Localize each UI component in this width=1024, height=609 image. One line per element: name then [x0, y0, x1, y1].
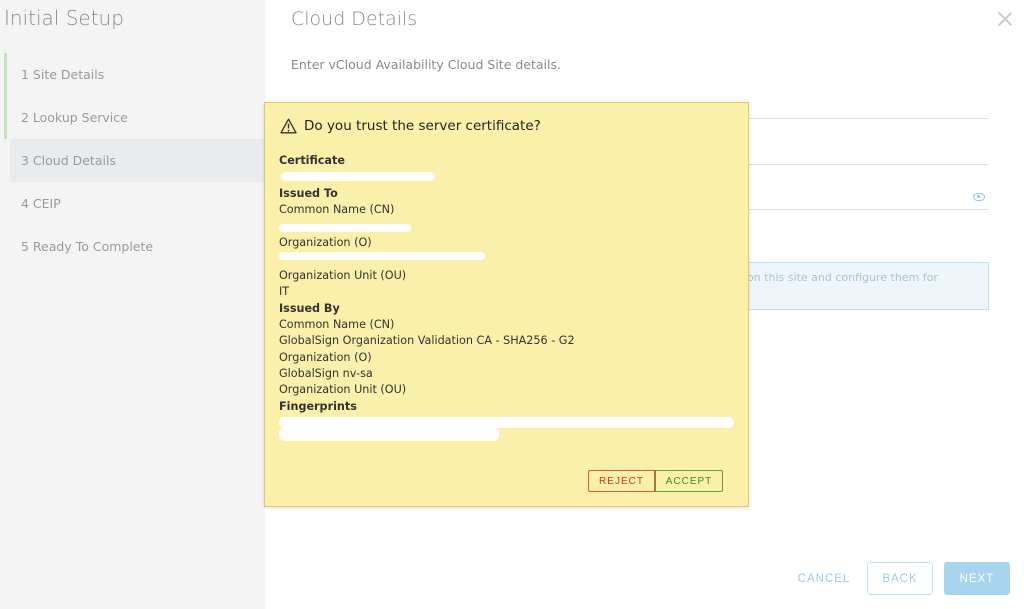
wizard-title: Initial Setup [4, 6, 124, 30]
info-banner: on this site and configure them for [747, 262, 989, 310]
password-field-underline[interactable] [745, 209, 989, 210]
field-underline-2[interactable] [745, 164, 989, 165]
wizard-sidebar: Initial Setup 1 Site Details 2 Lookup Se… [0, 0, 265, 609]
redacted-value [279, 251, 739, 267]
step-label: 2 Lookup Service [21, 110, 128, 125]
step-label: 3 Cloud Details [21, 153, 116, 168]
fingerprints-heading: Fingerprints [279, 399, 357, 413]
back-button[interactable]: BACK [867, 562, 933, 595]
issued-by-heading: Issued By [279, 301, 340, 315]
certificate-heading: Certificate [279, 154, 345, 167]
issued-by-o-label: Organization (O) [279, 350, 372, 364]
wizard-steps: 1 Site Details 2 Lookup Service 3 Cloud … [4, 53, 265, 268]
info-banner-text: on this site and configure them for [747, 271, 938, 284]
step-label: 4 CEIP [21, 196, 61, 211]
step-ceip[interactable]: 4 CEIP [4, 182, 265, 225]
certificate-details: Certificate Issued To Common Name (CN) O… [279, 153, 739, 442]
issued-to-ou-label: Organization Unit (OU) [279, 268, 407, 282]
step-cloud-details[interactable]: 3 Cloud Details [10, 139, 265, 182]
next-button[interactable]: NEXT [944, 562, 1010, 595]
issued-by-cn-value: GlobalSign Organization Validation CA - … [279, 334, 575, 348]
page-title: Cloud Details [291, 8, 418, 30]
step-site-details[interactable]: 1 Site Details [4, 53, 265, 96]
page-subtitle: Enter vCloud Availability Cloud Site det… [291, 57, 561, 72]
reject-button[interactable]: REJECT [588, 470, 655, 492]
eye-icon[interactable] [973, 193, 985, 201]
warning-icon [280, 118, 297, 134]
issued-to-ou-value: IT [279, 285, 290, 299]
issued-to-cn-label: Common Name (CN) [279, 203, 395, 217]
dialog-header: Do you trust the server certificate? [280, 118, 541, 134]
field-underline-1[interactable] [745, 118, 989, 119]
certificate-dialog: Do you trust the server certificate? Cer… [264, 102, 749, 507]
cancel-button[interactable]: CANCEL [796, 562, 852, 595]
dialog-actions: REJECT ACCEPT [588, 470, 723, 492]
close-icon[interactable] [996, 10, 1014, 28]
accept-button[interactable]: ACCEPT [655, 470, 723, 492]
issued-by-cn-label: Common Name (CN) [279, 317, 395, 331]
step-label: 5 Ready To Complete [21, 239, 154, 254]
step-label: 1 Site Details [21, 67, 105, 82]
redacted-fingerprints [279, 415, 739, 442]
issued-to-heading: Issued To [279, 186, 338, 200]
step-ready-to-complete[interactable]: 5 Ready To Complete [4, 225, 265, 268]
issued-to-o-label: Organization (O) [279, 235, 372, 249]
issued-by-o-value: GlobalSign nv-sa [279, 367, 373, 381]
step-lookup-service[interactable]: 2 Lookup Service [4, 96, 265, 139]
redacted-value [279, 169, 739, 185]
dialog-title: Do you trust the server certificate? [304, 118, 541, 134]
issued-by-ou-label: Organization Unit (OU) [279, 383, 407, 397]
redacted-value [279, 219, 739, 235]
